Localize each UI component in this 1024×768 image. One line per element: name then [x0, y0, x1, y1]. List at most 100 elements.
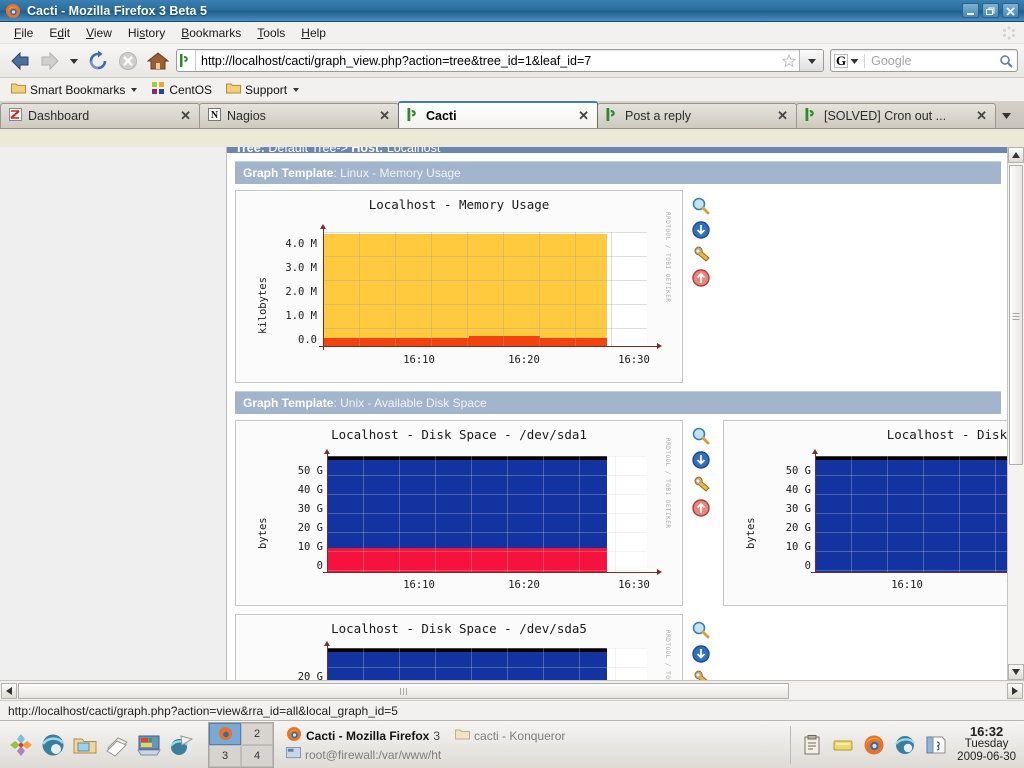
y-tick-label: 40 G: [297, 484, 323, 496]
forward-button[interactable]: [36, 47, 64, 75]
menu-help[interactable]: Help: [293, 24, 334, 42]
graph-box-sda1[interactable]: Localhost - Disk Space - /dev/sda1 bytes…: [235, 420, 683, 606]
firefox-icon[interactable]: [863, 734, 885, 756]
history-dropdown-button[interactable]: [66, 47, 82, 75]
bookmark-centos[interactable]: CentOS: [146, 79, 217, 100]
csv-export-icon[interactable]: [691, 268, 711, 288]
zoom-graph-icon[interactable]: [691, 196, 711, 216]
task-terminal[interactable]: root@firewall:/var/www/ht: [286, 747, 451, 763]
graph-details-icon[interactable]: [691, 644, 711, 664]
url-bar[interactable]: http://localhost/cacti/graph_view.php?ac…: [176, 49, 824, 72]
stop-button[interactable]: [114, 47, 142, 75]
url-text[interactable]: http://localhost/cacti/graph_view.php?ac…: [196, 54, 779, 68]
y-tick-label: 0.0: [298, 334, 317, 346]
back-button[interactable]: [6, 47, 34, 75]
menu-tools[interactable]: Tools: [249, 24, 293, 42]
scroll-thumb[interactable]: [1009, 165, 1023, 465]
home-button[interactable]: [144, 47, 172, 75]
tab-close-icon[interactable]: ✕: [578, 108, 589, 124]
bookmark-star-icon[interactable]: [779, 53, 799, 68]
tab-close-icon[interactable]: ✕: [777, 108, 788, 124]
page-horizontal-scrollbar[interactable]: [0, 680, 1024, 700]
help-icon[interactable]: [168, 732, 194, 758]
notes-icon[interactable]: [832, 734, 854, 756]
search-bar[interactable]: G Google: [830, 49, 1018, 72]
graph-properties-icon[interactable]: [691, 474, 711, 494]
google-icon: G: [834, 52, 849, 68]
graph-details-icon[interactable]: [691, 220, 711, 240]
browser-icon[interactable]: [40, 732, 66, 758]
search-input[interactable]: Google: [864, 53, 995, 68]
document-icon[interactable]: [925, 734, 947, 756]
menu-history[interactable]: History: [120, 24, 173, 42]
menu-bookmarks[interactable]: Bookmarks: [173, 24, 249, 42]
graph-properties-icon[interactable]: [691, 244, 711, 264]
graph-box-memory[interactable]: Localhost - Memory Usage kilobytes 4.0 M…: [235, 190, 683, 383]
pager-desktop-1[interactable]: [209, 722, 241, 745]
graph-properties-icon[interactable]: [691, 668, 711, 680]
menu-file[interactable]: FFileile: [6, 24, 41, 42]
tab-close-icon[interactable]: ✕: [379, 108, 390, 124]
search-engine-selector[interactable]: G: [831, 52, 861, 68]
tab-post-a-reply[interactable]: Post a reply ✕: [597, 103, 797, 128]
graph-row-sda5: Localhost - Disk Space - /dev/sda5 20 G: [227, 606, 1007, 680]
page-vertical-scrollbar[interactable]: [1007, 147, 1024, 680]
menu-edit[interactable]: Edit: [41, 24, 78, 42]
terminal-icon[interactable]: [136, 732, 162, 758]
window-task-list: Cacti - Mozilla Firefox 3 cacti - Konque…: [280, 726, 790, 763]
pager-desktop-2[interactable]: 2: [241, 722, 273, 745]
minimize-button[interactable]: [962, 3, 979, 18]
scroll-down-button[interactable]: [1008, 664, 1024, 680]
scroll-track[interactable]: [1008, 163, 1024, 664]
scroll-right-button[interactable]: [1007, 682, 1023, 699]
tab-solved-cron-out[interactable]: [SOLVED] Cron out ... ✕: [796, 103, 996, 128]
csv-export-icon[interactable]: [691, 498, 711, 518]
bookmark-support[interactable]: Support: [221, 80, 304, 99]
tab-close-icon[interactable]: ✕: [976, 108, 987, 124]
task-label: cacti - Konqueror: [474, 728, 566, 743]
scroll-up-button[interactable]: [1008, 147, 1024, 163]
tab-nagios[interactable]: N Nagios ✕: [199, 103, 399, 128]
hscroll-track[interactable]: [18, 682, 1006, 699]
cacti-tree-sidebar[interactable]: [0, 147, 227, 680]
clipboard-icon[interactable]: [801, 734, 823, 756]
graph-box-sda1-right[interactable]: Localhost - Disk Space - bytes 50 G 40 G…: [723, 420, 1007, 606]
graph-box-sda5[interactable]: Localhost - Disk Space - /dev/sda5 20 G: [235, 614, 683, 680]
desktop-pager[interactable]: 2 3 4: [208, 721, 274, 768]
bookmark-smart-bookmarks[interactable]: Smart Bookmarks: [6, 80, 142, 99]
rrd-graph-sda5: Localhost - Disk Space - /dev/sda5 20 G: [239, 618, 679, 680]
hscroll-thumb[interactable]: [18, 682, 789, 699]
search-icon[interactable]: [995, 54, 1017, 68]
task-firefox[interactable]: Cacti - Mozilla Firefox 3: [286, 726, 450, 745]
graph-row-memory: Localhost - Memory Usage kilobytes 4.0 M…: [227, 184, 1007, 383]
pager-desktop-4[interactable]: 4: [241, 744, 273, 767]
task-konqueror[interactable]: cacti - Konqueror: [455, 728, 575, 743]
kmenu-icon[interactable]: [8, 732, 34, 758]
scroll-left-button[interactable]: [1, 682, 17, 699]
zoom-graph-icon[interactable]: [691, 426, 711, 446]
graph-details-icon[interactable]: [691, 450, 711, 470]
url-dropdown-button[interactable]: [799, 50, 823, 71]
close-button[interactable]: [1002, 3, 1019, 18]
y-axis-arrow: [324, 641, 330, 646]
menu-view[interactable]: View: [78, 24, 120, 42]
nagios-favicon: N: [208, 108, 221, 124]
tab-cacti[interactable]: Cacti ✕: [398, 101, 598, 128]
restore-button[interactable]: [982, 3, 999, 18]
pager-desktop-3[interactable]: 3: [209, 744, 241, 767]
browser-icon[interactable]: [894, 734, 916, 756]
scroll-thumb-grip: [1012, 311, 1020, 322]
tab-dashboard[interactable]: Dashboard ✕: [0, 103, 200, 128]
tab-list-button[interactable]: [995, 103, 1017, 128]
reload-button[interactable]: [84, 47, 112, 75]
rrdtool-watermark: RRDTOOL / TOBI OETIKER: [664, 438, 671, 529]
clock[interactable]: 16:32 Tuesday 2009-06-30: [957, 725, 1024, 764]
documents-icon[interactable]: [104, 732, 130, 758]
zoom-graph-icon[interactable]: [691, 620, 711, 640]
tab-close-icon[interactable]: ✕: [180, 108, 191, 124]
filemanager-icon[interactable]: [72, 732, 98, 758]
y-tick-label: 50 G: [785, 465, 811, 477]
folder-icon: [226, 82, 242, 97]
system-tray: [790, 725, 957, 764]
y-tick-label: 0: [316, 560, 323, 572]
